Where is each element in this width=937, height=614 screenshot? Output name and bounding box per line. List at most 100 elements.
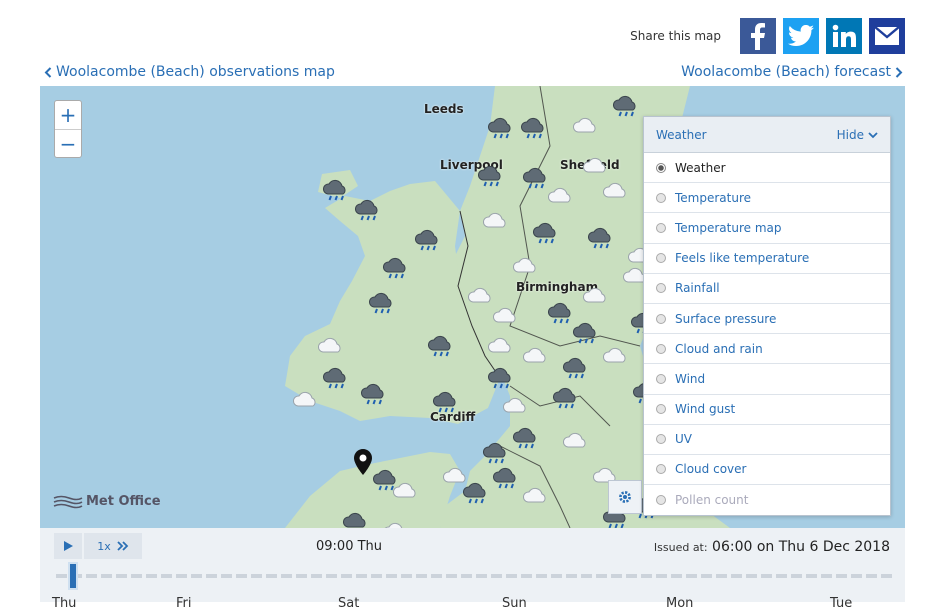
city-label: Leeds: [424, 102, 464, 116]
twitter-share-button[interactable]: [783, 18, 819, 54]
chevron-down-icon: [868, 131, 878, 138]
chevron-right-icon: [895, 66, 903, 78]
timeline-step: [161, 574, 172, 578]
radio-icon: [656, 313, 666, 324]
timeline-step: [836, 574, 847, 578]
timeline-handle[interactable]: [68, 562, 78, 590]
timeline-step: [221, 574, 232, 578]
timeline-step: [236, 574, 247, 578]
cloud-icon: [582, 287, 606, 303]
zoom-in-button[interactable]: +: [55, 101, 81, 129]
twitter-icon: [788, 25, 814, 47]
weather-map[interactable]: Leeds Liverpool Sheffield Birmingham Car…: [40, 86, 905, 528]
timeline-step: [701, 574, 712, 578]
layer-option[interactable]: Cloud and rain: [644, 334, 890, 365]
zoom-out-button[interactable]: −: [55, 129, 81, 157]
timeline-day-label: Tue: [830, 596, 853, 611]
rain-cloud-icon: [587, 227, 611, 249]
cloud-icon: [562, 432, 586, 448]
share-row: Share this map: [630, 18, 905, 54]
timeline-step: [746, 574, 757, 578]
map-settings-button[interactable]: [608, 480, 642, 514]
layer-option[interactable]: Wind: [644, 364, 890, 395]
timeline-step: [881, 574, 892, 578]
timeline-bar: 1x 09:00 Thu Issued at: 06:00 on Thu 6 D…: [40, 528, 905, 611]
radio-icon: [656, 404, 666, 415]
timeline-step: [731, 574, 742, 578]
hide-panel-button[interactable]: Hide: [837, 128, 878, 142]
layer-option[interactable]: Pollen count: [644, 485, 890, 515]
layer-option-label: Wind: [675, 371, 706, 386]
rain-cloud-icon: [487, 117, 511, 139]
radio-icon: [656, 253, 666, 264]
timeline-day-label: Mon: [666, 596, 694, 611]
timeline-step: [671, 574, 682, 578]
timeline-step: [176, 574, 187, 578]
radio-icon: [656, 464, 666, 475]
forecast-link-label: Woolacombe (Beach) forecast: [681, 64, 891, 80]
timeline-step: [506, 574, 517, 578]
layer-option-label: Feels like temperature: [675, 251, 810, 266]
timeline-step: [866, 574, 877, 578]
layer-option-label: Wind gust: [675, 402, 736, 417]
layer-option[interactable]: Wind gust: [644, 395, 890, 425]
cloud-icon: [292, 391, 316, 407]
rain-cloud-icon: [612, 95, 636, 117]
email-share-button[interactable]: [869, 18, 905, 54]
layer-option[interactable]: Temperature: [644, 183, 890, 214]
layer-option[interactable]: Surface pressure: [644, 304, 890, 335]
layer-option[interactable]: Feels like temperature: [644, 244, 890, 274]
layer-option[interactable]: Weather: [644, 153, 890, 184]
timeline-day-label: Sun: [502, 596, 527, 611]
timeline-step: [536, 574, 547, 578]
timeline-step: [566, 574, 577, 578]
facebook-share-button[interactable]: [740, 18, 776, 54]
rain-cloud-icon: [382, 257, 406, 279]
email-icon: [875, 27, 899, 45]
timeline-step: [371, 574, 382, 578]
layer-option[interactable]: Temperature map: [644, 213, 890, 244]
timeline-step: [851, 574, 862, 578]
timeline-step: [131, 574, 142, 578]
linkedin-icon: [832, 24, 856, 47]
observations-map-link[interactable]: Woolacombe (Beach) observations map: [44, 64, 335, 80]
radio-icon: [656, 343, 666, 354]
radio-icon: [656, 283, 666, 294]
chevron-left-icon: [44, 66, 52, 78]
rain-cloud-icon: [572, 322, 596, 344]
timeline-step: [806, 574, 817, 578]
timeline-step: [431, 574, 442, 578]
radio-icon: [656, 222, 666, 233]
timeline-step: [296, 574, 307, 578]
rain-cloud-icon: [512, 427, 536, 449]
layer-panel-header: Weather Hide: [644, 117, 890, 153]
forecast-link[interactable]: Woolacombe (Beach) forecast: [681, 64, 903, 80]
issued-label: Issued at:: [653, 541, 708, 554]
timeline-step: [116, 574, 127, 578]
layer-option[interactable]: Cloud cover: [644, 455, 890, 486]
play-button[interactable]: [54, 533, 82, 559]
linkedin-share-button[interactable]: [826, 18, 862, 54]
cloud-icon: [502, 397, 526, 413]
speed-button[interactable]: 1x: [84, 533, 142, 559]
rain-cloud-icon: [322, 367, 346, 389]
timeline-step: [416, 574, 427, 578]
rain-cloud-icon: [414, 229, 438, 251]
timeline-step: [581, 574, 592, 578]
cloud-icon: [547, 187, 571, 203]
timeline-step: [761, 574, 772, 578]
timeline-step: [266, 574, 277, 578]
timeline-track[interactable]: [56, 574, 892, 578]
rain-cloud-icon: [562, 357, 586, 379]
facebook-icon: [751, 23, 765, 50]
location-pin-icon[interactable]: [354, 449, 372, 475]
cloud-icon: [492, 307, 516, 323]
rain-cloud-icon: [487, 367, 511, 389]
cloud-icon: [522, 487, 546, 503]
timeline-step: [86, 574, 97, 578]
layer-option[interactable]: UV: [644, 425, 890, 455]
layer-selector-panel: Weather Hide Weather Temperature Temperatu…: [643, 116, 891, 517]
rain-cloud-icon: [520, 117, 544, 139]
rain-cloud-icon: [532, 222, 556, 244]
layer-option[interactable]: Rainfall: [644, 274, 890, 304]
